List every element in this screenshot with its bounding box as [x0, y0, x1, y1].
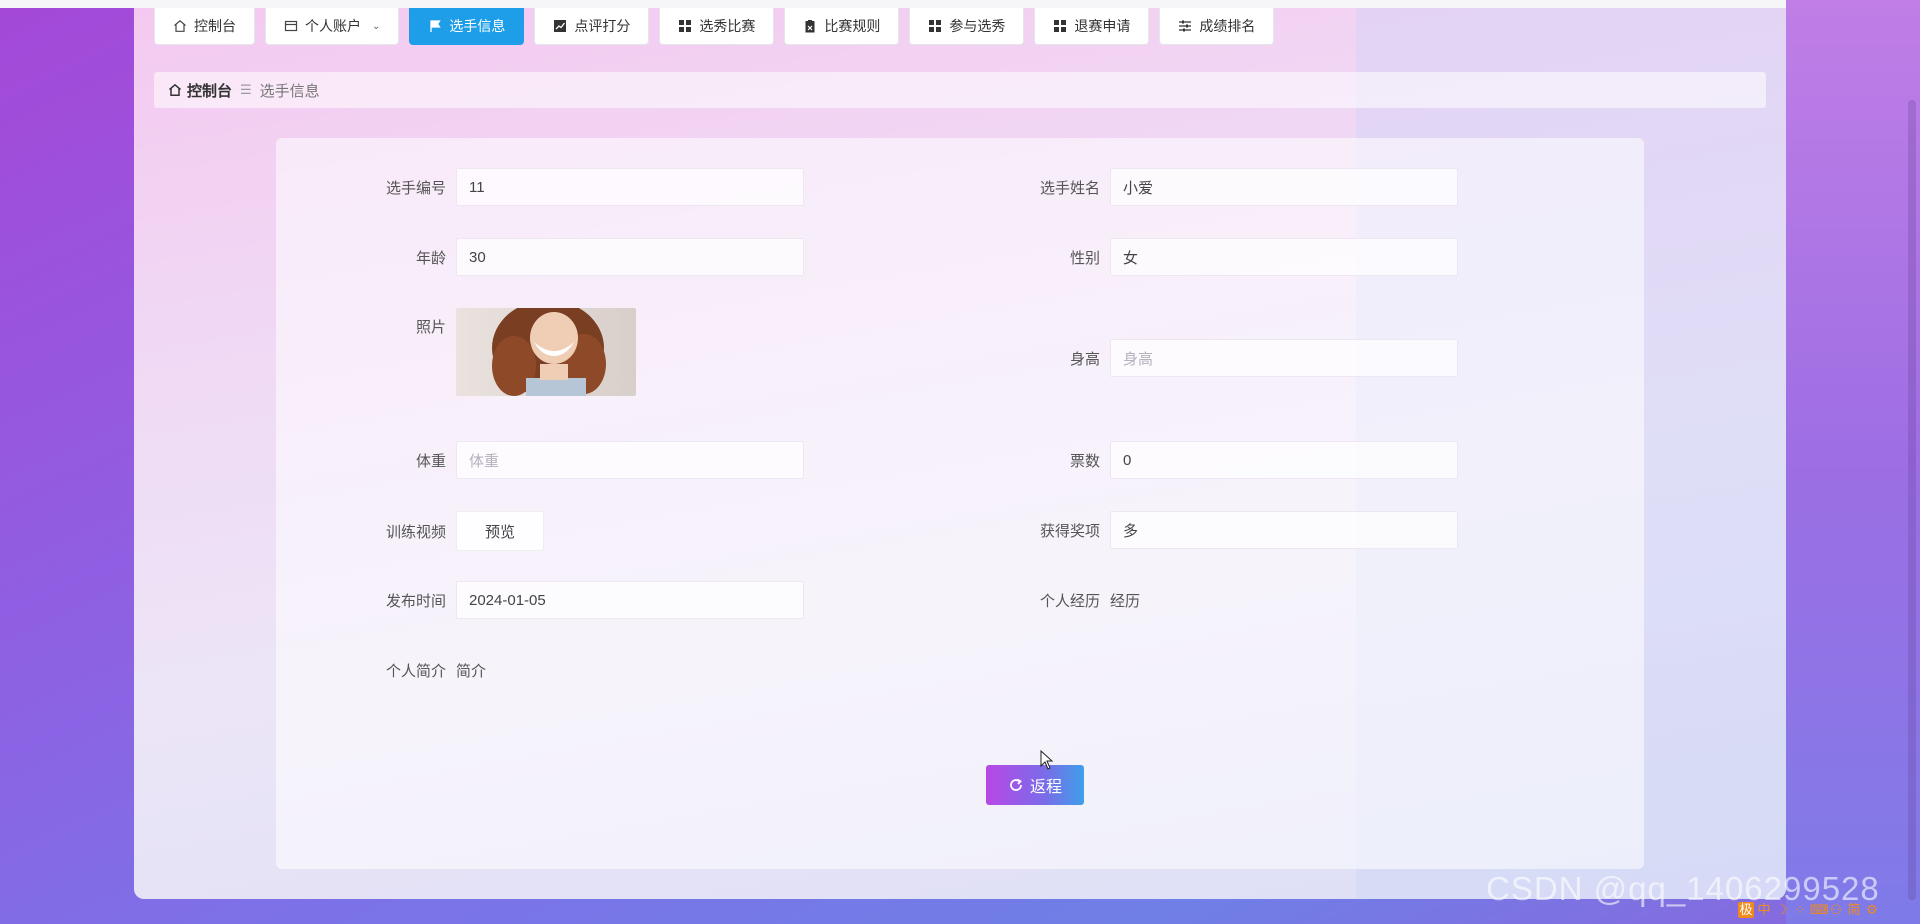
player-name-input[interactable]: 小爱	[1110, 168, 1458, 206]
ime-keyboard-icon[interactable]: ⌨	[1810, 902, 1829, 918]
back-button[interactable]: 返程	[986, 765, 1084, 805]
tab-contest-rules[interactable]: 比赛规则	[784, 8, 900, 45]
top-strip	[0, 0, 1920, 8]
field-label: 年龄	[415, 249, 446, 267]
field-gender: 性别 女	[1030, 238, 1458, 276]
field-publish-time: 发布时间 2024-01-05	[376, 581, 804, 619]
chart-icon	[553, 19, 567, 33]
flag-icon	[428, 19, 442, 33]
intro-value: 简介	[456, 663, 487, 680]
field-label: 照片	[415, 319, 446, 336]
player-no-input[interactable]: 11	[456, 168, 804, 206]
field-age: 年龄 30	[376, 238, 804, 276]
tab-label: 点评打分	[574, 18, 631, 34]
breadcrumb-home[interactable]: 控制台	[168, 80, 232, 101]
tab-personal-account[interactable]: 个人账户 ⌄	[265, 8, 400, 45]
field-label: 发布时间	[385, 592, 446, 610]
tab-label: 比赛规则	[824, 18, 881, 34]
field-player-name: 选手姓名 小爱	[1030, 168, 1458, 206]
breadcrumb-current: 选手信息	[259, 82, 320, 100]
tab-label: 退赛申请	[1074, 18, 1131, 34]
weight-input[interactable]: 体重	[456, 441, 804, 479]
field-weight: 体重 体重	[376, 441, 804, 479]
age-input[interactable]: 30	[456, 238, 804, 276]
player-info-form: 选手编号 11 选手姓名 小爱 年龄 30 性别 女 照片 身高 身高 体重 体…	[276, 138, 1644, 869]
ime-chinese-icon[interactable]: 中	[1756, 902, 1772, 918]
tab-review-score[interactable]: 点评打分	[534, 8, 650, 45]
grid-icon	[1053, 19, 1067, 33]
field-label: 个人简介	[385, 663, 446, 680]
tab-label: 选秀比赛	[699, 18, 756, 34]
tab-withdraw-request[interactable]: 退赛申请	[1034, 8, 1150, 45]
ime-mode-icon[interactable]: 极	[1738, 902, 1754, 918]
breadcrumb: 控制台 ☰ 选手信息	[154, 72, 1766, 108]
ime-toolbar[interactable]: 极 中 ☽ ⁘ ⌨ ⚇ 简 ⚙	[1738, 902, 1880, 922]
experience-value: 经历	[1110, 593, 1141, 610]
player-photo[interactable]	[456, 308, 636, 396]
home-icon	[169, 83, 181, 97]
field-label: 选手姓名	[1039, 179, 1100, 197]
field-label: 个人经历	[1039, 593, 1100, 610]
chevron-down-icon: ⌄	[372, 20, 381, 32]
tab-join-contest[interactable]: 参与选秀	[909, 8, 1025, 45]
field-label: 身高	[1069, 350, 1100, 368]
tab-label: 参与选秀	[949, 18, 1006, 34]
field-votes: 票数 0	[1030, 441, 1458, 479]
field-label: 选手编号	[385, 179, 446, 197]
preview-button[interactable]: 预览	[456, 511, 545, 551]
sliders-icon	[1178, 19, 1192, 33]
votes-input[interactable]: 0	[1110, 441, 1458, 479]
tab-player-info[interactable]: 选手信息	[409, 8, 525, 45]
field-label: 票数	[1069, 452, 1100, 470]
field-label: 训练视频	[385, 523, 446, 541]
wallet-icon	[284, 19, 298, 33]
publish-time-input[interactable]: 2024-01-05	[456, 581, 804, 619]
tab-label: 选手信息	[449, 18, 506, 34]
tab-label: 个人账户	[305, 18, 361, 34]
clipboard-icon	[803, 19, 817, 33]
field-experience: 个人经历 经历	[1030, 590, 1140, 611]
scrollbar[interactable]	[1908, 100, 1916, 900]
field-label: 性别	[1069, 249, 1100, 267]
awards-input[interactable]: 多	[1110, 511, 1458, 549]
breadcrumb-separator: ☰	[240, 82, 252, 97]
height-input[interactable]: 身高	[1110, 339, 1458, 377]
field-photo: 照片	[376, 308, 636, 396]
ime-settings-icon[interactable]: ⚙	[1864, 902, 1880, 918]
field-height: 身高 身高	[1030, 339, 1458, 377]
grid-icon	[678, 19, 692, 33]
tab-talent-contest[interactable]: 选秀比赛	[659, 8, 775, 45]
ime-punctuation-icon[interactable]: ⁘	[1792, 902, 1808, 918]
grid-icon	[928, 19, 942, 33]
tab-dashboard[interactable]: 控制台	[154, 8, 255, 45]
home-icon	[173, 19, 187, 33]
field-training-video: 训练视频 预览	[376, 511, 545, 551]
field-label: 获得奖项	[1039, 522, 1100, 540]
top-nav: 控制台 个人账户 ⌄ 选手信息 点评打分 选秀比赛 比赛规则 参与选秀 退赛申请…	[154, 8, 1275, 46]
field-label: 体重	[415, 452, 446, 470]
field-intro: 个人简介 简介	[376, 660, 486, 681]
mouse-cursor-icon	[1040, 750, 1054, 770]
ime-user-icon[interactable]: ⚇	[1828, 902, 1844, 918]
ime-moon-icon[interactable]: ☽	[1774, 902, 1790, 918]
back-button-label: 返程	[1029, 779, 1062, 796]
tab-score-ranking[interactable]: 成绩排名	[1159, 8, 1275, 45]
ime-simplified-icon[interactable]: 简	[1846, 902, 1862, 918]
field-player-no: 选手编号 11	[376, 168, 804, 206]
tab-label: 控制台	[194, 18, 236, 34]
right-edge	[1786, 0, 1920, 924]
refresh-icon	[1010, 778, 1022, 791]
field-awards: 获得奖项 多	[1030, 511, 1458, 549]
gender-input[interactable]: 女	[1110, 238, 1458, 276]
breadcrumb-home-label: 控制台	[187, 82, 233, 100]
tab-label: 成绩排名	[1199, 18, 1256, 34]
